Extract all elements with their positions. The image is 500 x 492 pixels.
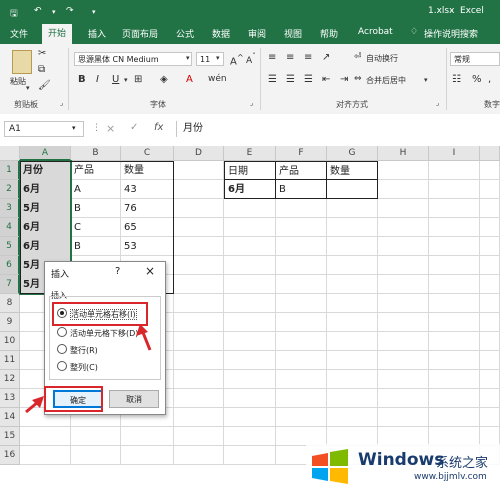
watermark: Windows 系统之家 www.bjjmlv.com bbox=[306, 444, 500, 488]
arrow-to-ok bbox=[25, 396, 44, 414]
watermark-site-name: 系统之家 bbox=[436, 456, 489, 471]
windows-logo-icon bbox=[312, 449, 348, 484]
annotation-arrows bbox=[25, 324, 152, 414]
watermark-brand: Windows bbox=[358, 450, 445, 470]
arrow-to-option bbox=[136, 324, 152, 351]
watermark-url: www.bjjmlv.com bbox=[414, 472, 487, 482]
